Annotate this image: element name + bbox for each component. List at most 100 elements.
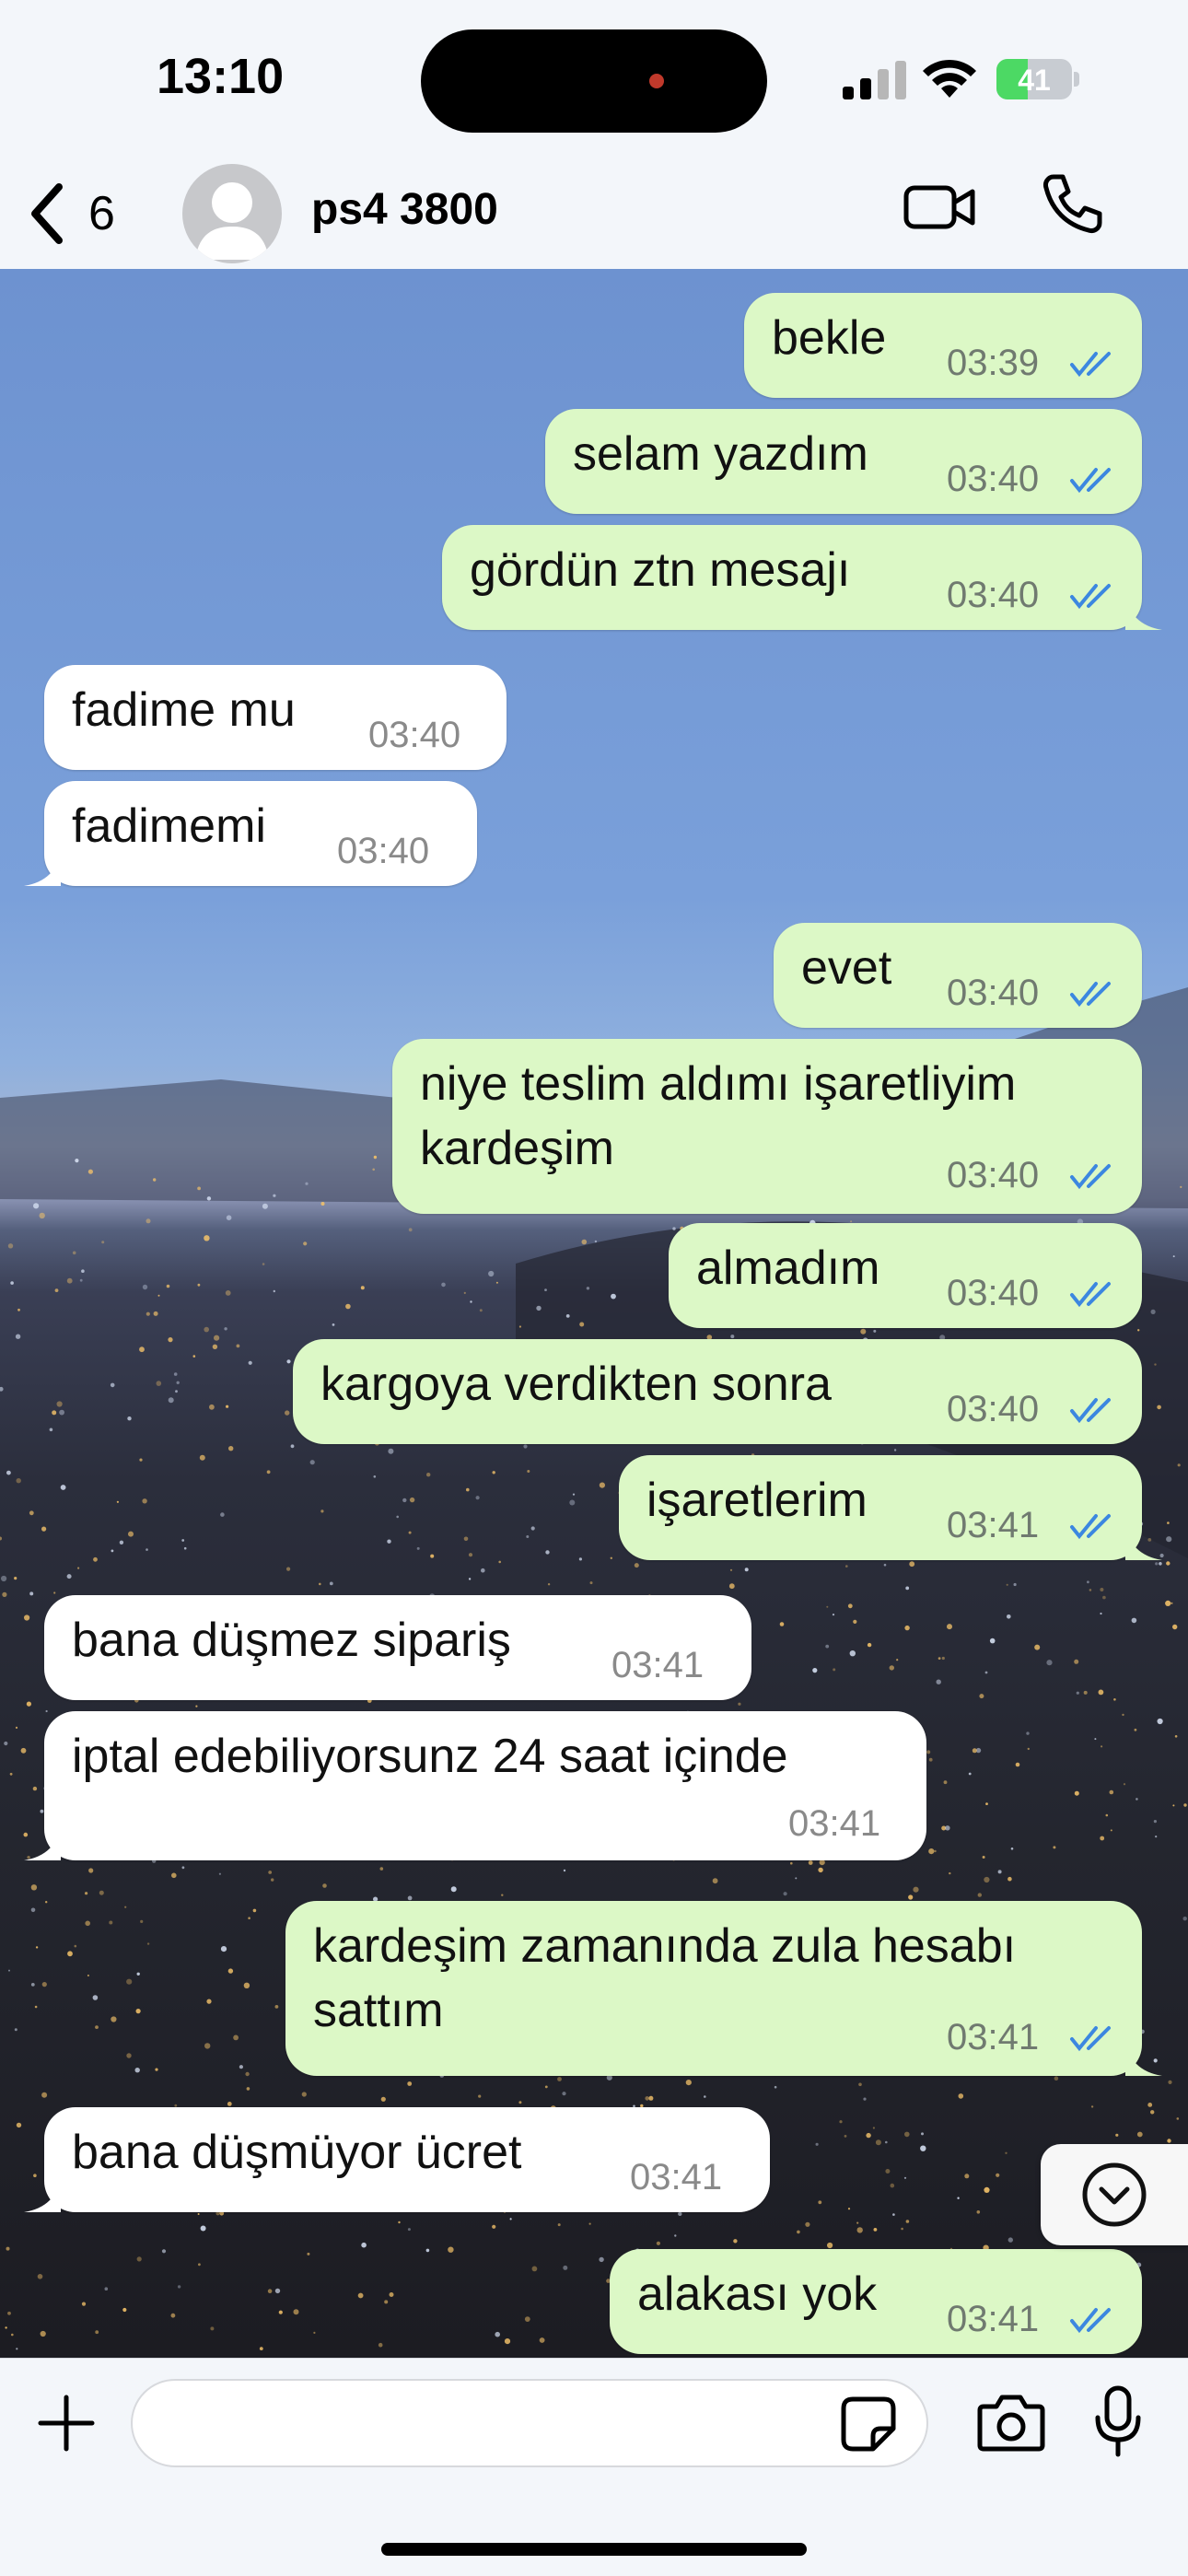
city-light: [730, 1335, 735, 1339]
message-bubble[interactable]: iptal edebiliyorsunz 24 saat içinde 03:4…: [24, 1711, 926, 1860]
city-light: [634, 1563, 639, 1568]
city-light: [530, 1526, 535, 1531]
message-time: 03:40: [947, 1273, 1040, 1313]
city-light: [407, 1895, 413, 1901]
city-light: [905, 1586, 910, 1591]
city-light: [128, 1531, 134, 1537]
city-light: [853, 1619, 857, 1624]
city-light: [54, 1288, 59, 1292]
city-light: [45, 1709, 48, 1713]
message-bubble[interactable]: evet 03:40: [774, 923, 1142, 1028]
city-light: [380, 2096, 386, 2102]
city-light: [984, 1671, 988, 1674]
city-light: [246, 2087, 250, 2091]
city-light: [463, 1291, 466, 1294]
chat-area[interactable]: bekle 03:39 selam yazdım 03:40 gördün zt…: [0, 269, 1188, 2358]
message-bubble[interactable]: bana düşmüyor ücret 03:41: [24, 2107, 770, 2212]
phone-icon[interactable]: [1041, 171, 1105, 236]
city-light: [847, 1603, 853, 1609]
message-bubble[interactable]: bana düşmez sipariş 03:41: [44, 1595, 751, 1700]
contact-name[interactable]: ps4 3800: [311, 184, 498, 235]
message-bubble[interactable]: fadime mu 03:40: [44, 665, 507, 770]
dynamic-island: [421, 29, 767, 133]
city-light: [562, 2092, 566, 2096]
message-time: 03:39: [947, 343, 1040, 383]
city-light: [1053, 1846, 1056, 1849]
city-light: [110, 1382, 115, 1388]
sticker-icon[interactable]: [840, 2395, 897, 2453]
city-light: [290, 1444, 295, 1449]
city-light: [181, 1539, 185, 1542]
bubble-tail: [1125, 2039, 1162, 2076]
scroll-to-bottom-button[interactable]: [1041, 2144, 1188, 2245]
city-light: [498, 1560, 501, 1564]
city-light: [589, 1581, 593, 1585]
city-light: [135, 2009, 141, 2014]
city-light: [586, 1287, 590, 1290]
city-light: [293, 2309, 299, 2315]
city-light: [248, 1917, 250, 1919]
camera-icon[interactable]: [976, 2392, 1046, 2453]
city-light: [893, 1449, 897, 1451]
back-button[interactable]: 6: [26, 177, 115, 251]
city-light: [1098, 1689, 1104, 1696]
composer-bar: [0, 2358, 1188, 2576]
city-light: [795, 1877, 798, 1880]
city-light: [66, 1574, 72, 1579]
message-text: kardeşim zamanında zula hesabı: [313, 1919, 1017, 1973]
city-light: [266, 1470, 271, 1474]
city-light: [996, 2173, 1000, 2177]
city-light: [1150, 2110, 1155, 2115]
city-light: [15, 1726, 18, 1729]
city-light: [557, 2223, 561, 2227]
city-light: [268, 1871, 273, 1874]
city-light: [839, 2120, 843, 2124]
city-light: [544, 2085, 548, 2089]
city-light: [797, 2230, 800, 2234]
message-time: 03:41: [947, 2017, 1040, 2057]
message-bubble[interactable]: selam yazdım 03:40: [545, 409, 1142, 514]
city-light: [945, 1825, 950, 1831]
city-light: [957, 2197, 960, 2199]
message-bubble[interactable]: kargoya verdikten sonra 03:40: [293, 1339, 1142, 1444]
city-light: [1101, 1745, 1103, 1748]
city-light: [1010, 1847, 1014, 1850]
message-bubble[interactable]: alakası yok 03:41: [610, 2249, 1142, 2354]
city-light: [153, 1178, 157, 1182]
message-input[interactable]: [131, 2379, 928, 2467]
message-bubble[interactable]: kardeşim zamanında zula hesabı sattım 03…: [285, 1901, 1162, 2076]
city-light: [168, 1397, 174, 1404]
city-light: [509, 2218, 512, 2220]
city-light: [958, 2093, 964, 2099]
city-light: [805, 2221, 810, 2227]
message-bubble[interactable]: niye teslim aldımı işaretliyim kardeşim …: [392, 1039, 1142, 1214]
city-light: [77, 1567, 80, 1569]
home-indicator[interactable]: [381, 2543, 807, 2556]
city-light: [928, 1757, 933, 1762]
microphone-icon[interactable]: [1092, 2384, 1144, 2460]
message-bubble[interactable]: almadım 03:40: [669, 1223, 1142, 1328]
city-light: [1122, 1713, 1124, 1717]
plus-icon[interactable]: [35, 2392, 98, 2454]
message-time: 03:41: [611, 1645, 705, 1685]
message-bubble[interactable]: bekle 03:39: [744, 293, 1142, 398]
message-text: fadime mu: [72, 683, 296, 737]
city-light: [903, 2176, 907, 2179]
city-light: [1046, 1660, 1053, 1666]
city-light: [1074, 1659, 1079, 1664]
message-bubble[interactable]: gördün ztn mesajı 03:40: [442, 525, 1162, 630]
city-light: [656, 2241, 661, 2245]
city-light: [479, 1309, 483, 1312]
city-light: [873, 2228, 878, 2232]
city-light: [901, 2227, 903, 2231]
city-light: [197, 1283, 201, 1287]
message-bubble[interactable]: fadimemi 03:40: [24, 781, 477, 886]
city-light: [599, 1482, 606, 1488]
city-light: [610, 1556, 612, 1560]
city-light: [885, 2140, 888, 2144]
city-light: [204, 1326, 209, 1333]
avatar[interactable]: [182, 164, 282, 263]
message-bubble[interactable]: işaretlerim 03:41: [619, 1455, 1162, 1560]
city-light: [319, 1582, 321, 1586]
video-call-icon[interactable]: [903, 177, 976, 238]
